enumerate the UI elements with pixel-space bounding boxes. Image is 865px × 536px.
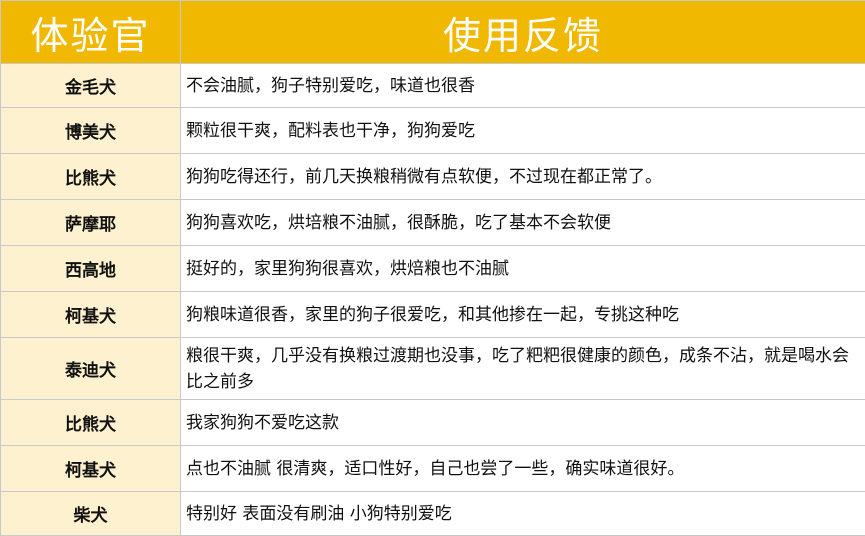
feedback-cell: 狗狗喜欢吃，烘培粮不油腻，很酥脆，吃了基本不会软便 bbox=[181, 200, 865, 246]
breed-cell: 柯基犬 bbox=[1, 446, 181, 492]
table-row: 柯基犬 狗粮味道很香，家里的狗子很爱吃，和其他掺在一起，专挑这种吃 bbox=[1, 292, 865, 338]
table-row: 萨摩耶 狗狗喜欢吃，烘培粮不油腻，很酥脆，吃了基本不会软便 bbox=[1, 200, 865, 246]
breed-cell: 柴犬 bbox=[1, 492, 181, 536]
table-row: 博美犬 颗粒很干爽，配料表也干净，狗狗爱吃 bbox=[1, 108, 865, 154]
feedback-table: 体验官 使用反馈 金毛犬 不会油腻，狗子特别爱吃，味道也很香 博美犬 颗粒很干爽… bbox=[0, 0, 865, 536]
table-row: 泰迪犬 粮很干爽，几乎没有换粮过渡期也没事，吃了粑粑很健康的颜色，成条不沾，就是… bbox=[1, 338, 865, 400]
header-feedback: 使用反馈 bbox=[181, 1, 865, 64]
feedback-cell: 我家狗狗不爱吃这款 bbox=[181, 400, 865, 446]
table-row: 柴犬 特别好 表面没有刷油 小狗特别爱吃 bbox=[1, 492, 865, 536]
breed-cell: 金毛犬 bbox=[1, 64, 181, 108]
feedback-cell: 特别好 表面没有刷油 小狗特别爱吃 bbox=[181, 492, 865, 536]
breed-cell: 西高地 bbox=[1, 246, 181, 292]
feedback-cell: 点也不油腻 很清爽，适口性好，自己也尝了一些，确实味道很好。 bbox=[181, 446, 865, 492]
feedback-cell: 粮很干爽，几乎没有换粮过渡期也没事，吃了粑粑很健康的颜色，成条不沾，就是喝水会比… bbox=[181, 338, 865, 400]
table-row: 比熊犬 狗狗吃得还行，前几天换粮稍微有点软便，不过现在都正常了。 bbox=[1, 154, 865, 200]
feedback-cell: 狗狗吃得还行，前几天换粮稍微有点软便，不过现在都正常了。 bbox=[181, 154, 865, 200]
breed-cell: 泰迪犬 bbox=[1, 338, 181, 400]
table-row: 金毛犬 不会油腻，狗子特别爱吃，味道也很香 bbox=[1, 64, 865, 108]
feedback-cell: 挺好的，家里狗狗很喜欢，烘焙粮也不油腻 bbox=[181, 246, 865, 292]
breed-cell: 比熊犬 bbox=[1, 400, 181, 446]
breed-cell: 萨摩耶 bbox=[1, 200, 181, 246]
breed-cell: 博美犬 bbox=[1, 108, 181, 154]
table-row: 柯基犬 点也不油腻 很清爽，适口性好，自己也尝了一些，确实味道很好。 bbox=[1, 446, 865, 492]
breed-cell: 柯基犬 bbox=[1, 292, 181, 338]
header-breed: 体验官 bbox=[1, 1, 181, 64]
feedback-cell: 不会油腻，狗子特别爱吃，味道也很香 bbox=[181, 64, 865, 108]
header-row: 体验官 使用反馈 bbox=[1, 1, 865, 64]
feedback-cell: 颗粒很干爽，配料表也干净，狗狗爱吃 bbox=[181, 108, 865, 154]
table-row: 西高地 挺好的，家里狗狗很喜欢，烘焙粮也不油腻 bbox=[1, 246, 865, 292]
feedback-cell: 狗粮味道很香，家里的狗子很爱吃，和其他掺在一起，专挑这种吃 bbox=[181, 292, 865, 338]
table-row: 比熊犬 我家狗狗不爱吃这款 bbox=[1, 400, 865, 446]
breed-cell: 比熊犬 bbox=[1, 154, 181, 200]
